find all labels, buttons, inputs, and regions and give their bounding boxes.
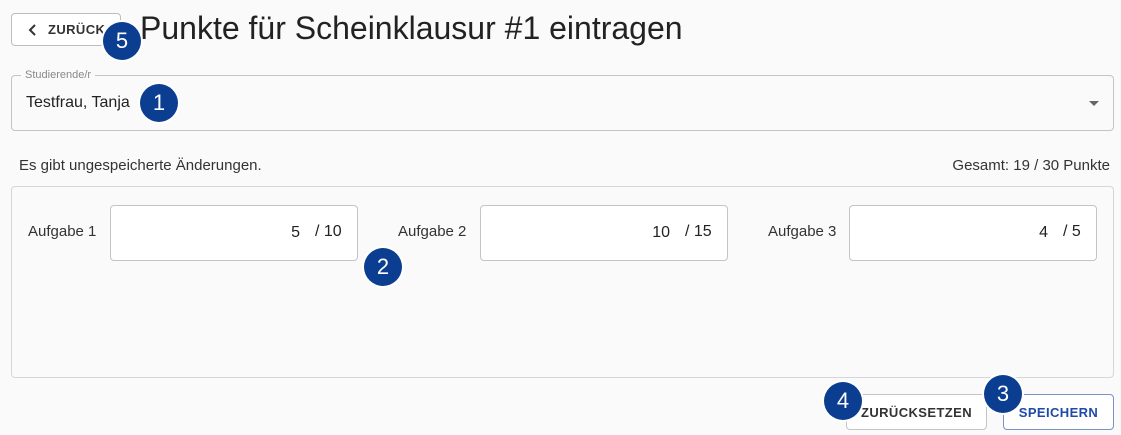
annotation-badge-3: 3 [984,375,1022,413]
tasks-panel: Aufgabe 1 5 / 10 Aufgabe 2 10 / 15 Aufga… [11,186,1114,378]
annotation-badge-5: 5 [103,22,141,60]
student-select-value: Testfrau, Tanja [26,94,130,111]
task-3-label: Aufgabe 3 [768,223,837,240]
task-1-max-points: / 10 [315,223,342,240]
task-3-points-value: 4 [1039,224,1048,241]
page-title: Punkte für Scheinklausur #1 eintragen [140,10,683,46]
task-2-label: Aufgabe 2 [398,223,467,240]
unsaved-changes-text: Es gibt ungespeicherte Änderungen. [19,157,262,174]
task-1-points-input[interactable]: 5 / 10 [110,205,358,261]
reset-button[interactable]: ZURÜCKSETZEN [846,394,987,430]
annotation-badge-1: 1 [140,84,178,122]
task-2-points-input[interactable]: 10 / 15 [480,205,728,261]
total-points-text: Gesamt: 19 / 30 Punkte [952,157,1110,174]
dropdown-arrow-icon[interactable] [1089,101,1099,106]
task-1-points-value: 5 [291,224,300,241]
annotation-badge-4: 4 [824,382,862,420]
task-2-max-points: / 15 [685,223,712,240]
chevron-left-icon [28,23,36,36]
back-button-label: ZURÜCK [48,22,106,37]
task-1-label: Aufgabe 1 [28,223,97,240]
student-select-label: Studierende/r [21,69,96,81]
task-3-points-input[interactable]: 4 / 5 [849,205,1097,261]
annotation-badge-2: 2 [364,248,402,286]
task-3-max-points: / 5 [1063,223,1081,240]
task-2-points-value: 10 [652,224,670,241]
